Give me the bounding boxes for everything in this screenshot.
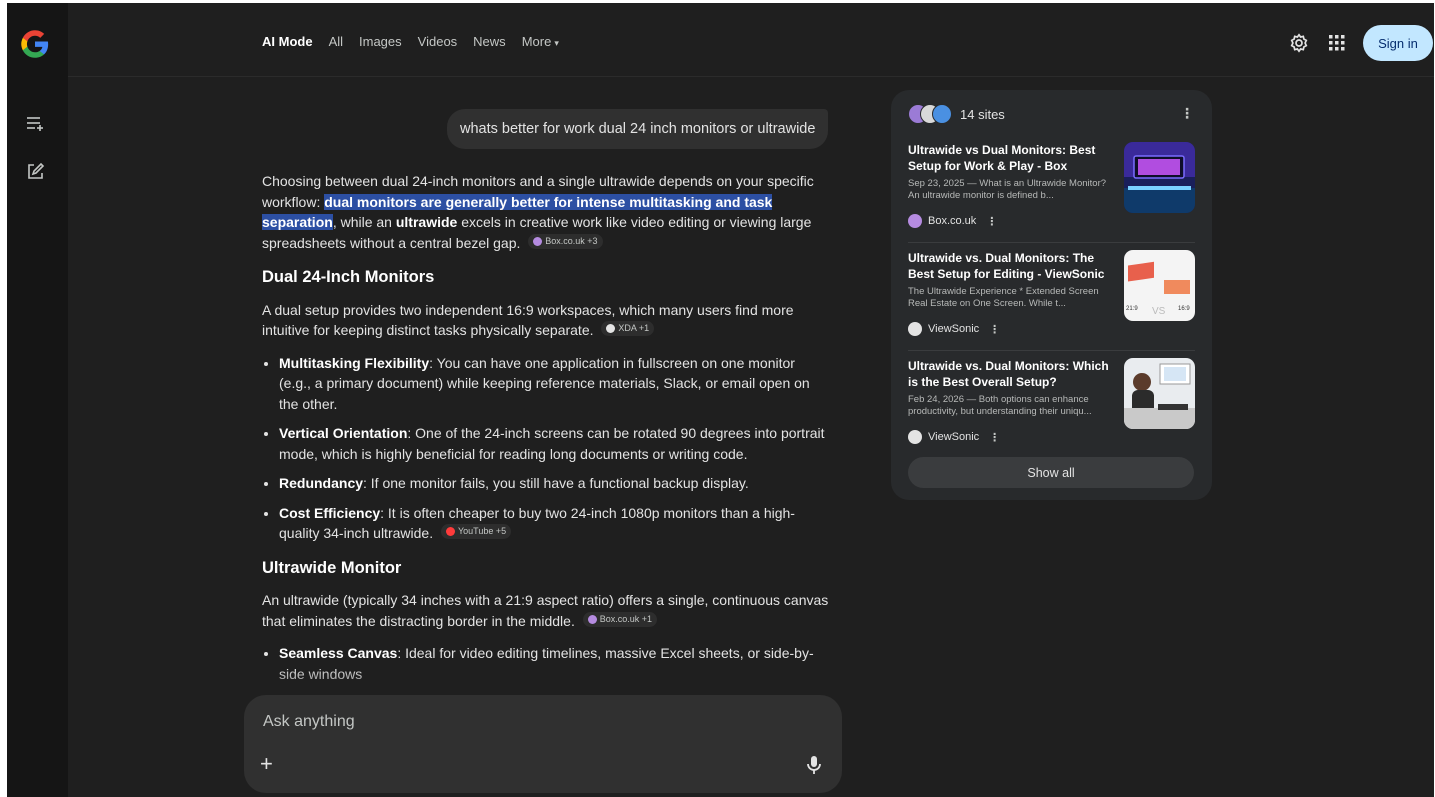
card-divider bbox=[908, 242, 1195, 243]
intro-bold-ultrawide: ultrawide bbox=[395, 214, 458, 230]
source-card-snippet: Sep 23, 2025 — What is an Ultrawide Moni… bbox=[908, 178, 1107, 201]
source-card-site-name: ViewSonic bbox=[928, 323, 980, 335]
caret-down-icon: ▾ bbox=[554, 38, 559, 48]
list-item: Cost Efficiency: It is often cheaper to … bbox=[279, 503, 830, 544]
source-card-site-name: ViewSonic bbox=[928, 431, 980, 443]
source-card-snippet: Feb 24, 2026 — Both options can enhance … bbox=[908, 394, 1092, 417]
settings-icon[interactable] bbox=[1289, 33, 1309, 58]
card-divider bbox=[908, 350, 1195, 351]
list-item: Redundancy: If one monitor fails, you st… bbox=[279, 473, 830, 494]
source-card[interactable]: Ultrawide vs. Dual Monitors: The Best Se… bbox=[908, 250, 1198, 350]
section-dual-para: A dual setup provides two independent 16… bbox=[262, 300, 830, 341]
section-ultrawide-para: An ultrawide (typically 34 inches with a… bbox=[262, 590, 830, 631]
source-card[interactable]: Ultrawide vs. Dual Monitors: Which is th… bbox=[908, 358, 1198, 458]
microphone-icon[interactable] bbox=[805, 755, 823, 775]
source-card-site: Box.co.uk ⋮ bbox=[908, 214, 997, 228]
box-logo-icon bbox=[587, 614, 597, 624]
viewsonic-favicon-icon bbox=[908, 322, 922, 336]
answer-intro: Choosing between dual 24-inch monitors a… bbox=[262, 171, 830, 253]
list-item: Vertical Orientation: One of the 24-inch… bbox=[279, 423, 830, 464]
citation-chip-label: Box.co.uk +3 bbox=[545, 235, 598, 246]
ask-input[interactable] bbox=[261, 709, 805, 735]
source-menu-icon[interactable]: ⋮ bbox=[989, 323, 1000, 336]
box-favicon-icon bbox=[908, 214, 922, 228]
citation-chip-xda[interactable]: XDA +1 bbox=[601, 321, 655, 336]
tab-images[interactable]: Images bbox=[359, 34, 402, 49]
tab-more[interactable]: More ▾ bbox=[522, 34, 559, 49]
left-rail bbox=[7, 3, 68, 797]
source-menu-icon[interactable]: ⋮ bbox=[989, 431, 1000, 444]
apps-grid-icon[interactable] bbox=[1329, 35, 1345, 56]
source-card-site: ViewSonic ⋮ bbox=[908, 322, 1000, 336]
section-dual-text: A dual setup provides two independent 16… bbox=[262, 301, 794, 339]
history-icon[interactable] bbox=[23, 111, 47, 135]
source-card-snippet: The Ultrawide Experience * Extended Scre… bbox=[908, 286, 1099, 309]
new-chat-icon[interactable] bbox=[23, 160, 47, 184]
sign-in-button[interactable]: Sign in bbox=[1363, 25, 1433, 61]
tab-ai-mode[interactable]: AI Mode bbox=[262, 34, 313, 49]
thumb-label-right: 16:9 bbox=[1178, 306, 1190, 312]
box-logo-icon bbox=[533, 236, 543, 246]
citation-chip-label: Box.co.uk +1 bbox=[599, 613, 653, 624]
source-thumbnail bbox=[1124, 358, 1195, 429]
section-heading-ultrawide: Ultrawide Monitor bbox=[262, 558, 402, 577]
source-card-title: Ultrawide vs. Dual Monitors: The Best Se… bbox=[908, 251, 1105, 281]
tab-news[interactable]: News bbox=[473, 34, 506, 49]
dual-bullets: Multitasking Flexibility: You can have o… bbox=[262, 353, 830, 544]
youtube-logo-icon bbox=[445, 527, 455, 536]
bullet-bold: Redundancy bbox=[279, 475, 364, 491]
source-card-title: Ultrawide vs Dual Monitors: Best Setup f… bbox=[908, 143, 1096, 173]
citation-chip-label: XDA +1 bbox=[618, 323, 650, 333]
show-all-button[interactable]: Show all bbox=[908, 457, 1194, 488]
citation-chip-box[interactable]: Box.co.uk +3 bbox=[528, 233, 603, 249]
viewsonic-favicon-icon bbox=[908, 430, 922, 444]
source-card[interactable]: Ultrawide vs Dual Monitors: Best Setup f… bbox=[908, 142, 1198, 242]
search-tabs: AI Mode All Images Videos News More ▾ bbox=[262, 34, 575, 49]
source-card-title: Ultrawide vs. Dual Monitors: Which is th… bbox=[908, 359, 1109, 389]
ask-composer: + bbox=[244, 695, 842, 793]
tab-all[interactable]: All bbox=[329, 34, 343, 49]
sources-count: 14 sites bbox=[960, 106, 1005, 122]
bullet-bold: Vertical Orientation bbox=[279, 425, 408, 441]
ai-answer: Choosing between dual 24-inch monitors a… bbox=[262, 171, 830, 696]
intro-text-2: , while an bbox=[332, 214, 396, 230]
source-card-site: ViewSonic ⋮ bbox=[908, 430, 1000, 444]
thumb-label-left: 21:9 bbox=[1126, 306, 1138, 312]
app-window: AI Mode All Images Videos News More ▾ Sig… bbox=[7, 3, 1434, 797]
google-logo-icon[interactable] bbox=[20, 29, 50, 59]
section-heading-dual: Dual 24-Inch Monitors bbox=[262, 268, 435, 286]
tab-more-label: More bbox=[521, 34, 552, 49]
sources-panel: 14 sites ⋮ Ultrawide vs Dual Monitors: B… bbox=[891, 90, 1212, 500]
citation-chip-label: YouTube +5 bbox=[457, 526, 507, 536]
site-favicon-icon bbox=[932, 104, 952, 124]
sources-header[interactable]: 14 sites bbox=[908, 104, 1005, 124]
user-query-bubble: whats better for work dual 24 inch monit… bbox=[447, 109, 829, 149]
section-ultrawide-text: An ultrawide (typically 34 inches with a… bbox=[262, 592, 829, 629]
source-favicons bbox=[908, 104, 954, 124]
citation-chip-box-2[interactable]: Box.co.uk +1 bbox=[582, 611, 658, 627]
tab-videos[interactable]: Videos bbox=[418, 34, 458, 49]
source-thumbnail bbox=[1124, 142, 1195, 213]
bullet-bold: Seamless Canvas bbox=[279, 645, 398, 661]
list-item: Multitasking Flexibility: You can have o… bbox=[279, 353, 830, 415]
bullet-text: : If one monitor fails, you still have a… bbox=[363, 475, 749, 491]
bullet-bold: Multitasking Flexibility bbox=[279, 354, 430, 371]
bullet-bold: Cost Efficiency bbox=[279, 504, 381, 521]
thumb-label-vs: VS bbox=[1152, 306, 1166, 317]
more-options-icon[interactable]: ⋮ bbox=[1180, 106, 1194, 120]
source-card-site-name: Box.co.uk bbox=[928, 215, 977, 227]
add-attachment-icon[interactable]: + bbox=[260, 753, 282, 775]
header-divider bbox=[68, 76, 1434, 77]
citation-chip-youtube[interactable]: YouTube +5 bbox=[440, 524, 512, 539]
source-menu-icon[interactable]: ⋮ bbox=[986, 215, 997, 228]
xda-logo-icon bbox=[606, 324, 616, 333]
source-thumbnail: 21:9 VS 16:9 bbox=[1124, 250, 1195, 321]
